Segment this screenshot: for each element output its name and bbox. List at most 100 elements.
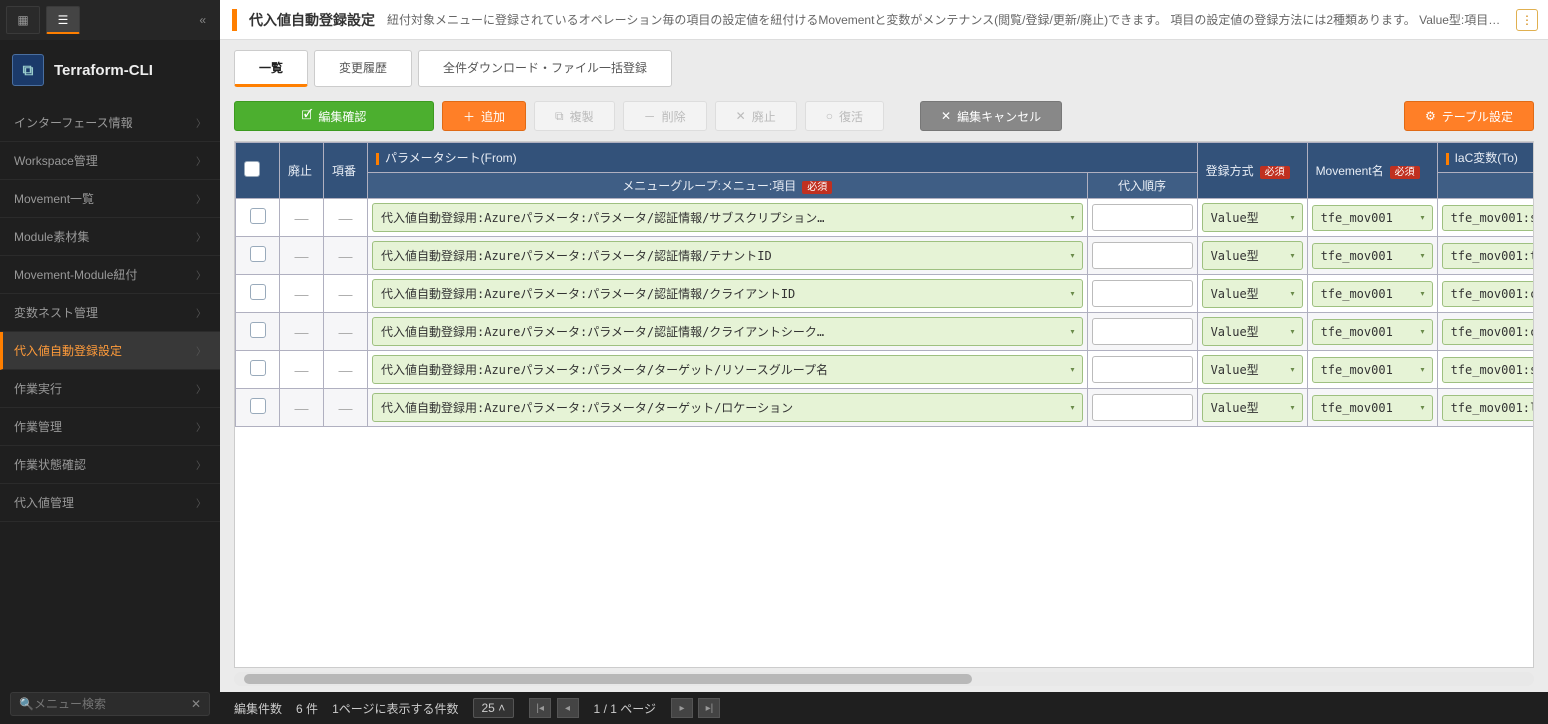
confirm-button[interactable]: 🗹編集確認 [234, 101, 434, 131]
row-checkbox[interactable] [250, 284, 266, 300]
order-input[interactable] [1092, 280, 1193, 307]
reg-select[interactable]: Value型 [1202, 393, 1303, 422]
no-cell: — [324, 237, 368, 275]
order-input[interactable] [1092, 394, 1193, 421]
col-menu[interactable]: メニューグループ:メニュー:項目必須 [368, 173, 1088, 199]
header-menu-button[interactable]: ⋮ [1516, 9, 1538, 31]
row-checkbox[interactable] [250, 208, 266, 224]
order-input[interactable] [1092, 242, 1193, 269]
var-select[interactable]: tfe_mov001:tenant_id [1442, 243, 1534, 269]
reg-select[interactable]: Value型 [1202, 279, 1303, 308]
sidebar-item[interactable]: Workspace管理〉 [0, 142, 220, 180]
gear-icon: ⚙ [1425, 109, 1436, 123]
var-select[interactable]: tfe_mov001:subscription_id [1442, 205, 1534, 231]
menu-select[interactable]: 代入値自動登録用:Azureパラメータ:パラメータ/認証情報/クライアントID [372, 279, 1083, 308]
mov-select[interactable]: tfe_mov001 [1312, 319, 1433, 345]
order-input[interactable] [1092, 204, 1193, 231]
no-cell: — [324, 313, 368, 351]
page-last-button[interactable]: ▸| [698, 698, 720, 718]
sidebar-collapse-button[interactable]: « [191, 9, 214, 31]
reg-select[interactable]: Value型 [1202, 317, 1303, 346]
sidebar-item[interactable]: Movement一覧〉 [0, 180, 220, 218]
mov-select[interactable]: tfe_mov001 [1312, 281, 1433, 307]
col-reg-label: 登録方式 [1206, 164, 1254, 178]
mov-select[interactable]: tfe_mov001 [1312, 205, 1433, 231]
col-discard[interactable]: 廃止 [280, 143, 324, 199]
view-list-button[interactable]: ☰ [46, 6, 80, 34]
per-page-select[interactable]: 25 ˄ [473, 698, 515, 718]
order-input[interactable] [1092, 356, 1193, 383]
horizontal-scrollbar[interactable] [234, 672, 1534, 686]
cancel-button[interactable]: ✕編集キャンセル [920, 101, 1062, 131]
mov-select[interactable]: tfe_mov001 [1312, 243, 1433, 269]
no-cell: — [324, 275, 368, 313]
page-first-button[interactable]: |◂ [529, 698, 551, 718]
table-container[interactable]: 廃止 項番 パラメータシート(From) 登録方式必須 Movement名必須 … [234, 141, 1534, 668]
x-icon: ✕ [736, 109, 746, 123]
row-checkbox[interactable] [250, 398, 266, 414]
menu-select[interactable]: 代入値自動登録用:Azureパラメータ:パラメータ/ターゲット/ロケーション [372, 393, 1083, 422]
sidebar-item[interactable]: 代入値管理〉 [0, 484, 220, 522]
col-order[interactable]: 代入順序 [1087, 173, 1197, 199]
edit-count: 6 [296, 702, 303, 716]
sidebar-item[interactable]: 代入値自動登録設定〉 [0, 332, 220, 370]
col-mov[interactable]: Movement名必須 [1307, 143, 1437, 199]
menu-select[interactable]: 代入値自動登録用:Azureパラメータ:パラメータ/認証情報/クライアントシーク… [372, 317, 1083, 346]
var-select[interactable]: tfe_mov001:subscription_id [1442, 357, 1534, 383]
row-checkbox[interactable] [250, 360, 266, 376]
header: 代入値自動登録設定 紐付対象メニューに登録されているオペレーション毎の項目の設定… [220, 0, 1548, 40]
page-next-button[interactable]: ▸ [671, 698, 693, 718]
tab[interactable]: 一覧 [234, 50, 308, 87]
chevron-right-icon: 〉 [196, 191, 206, 206]
revive-button: ○復活 [805, 101, 884, 131]
main: 代入値自動登録設定 紐付対象メニューに登録されているオペレーション毎の項目の設定… [220, 0, 1548, 724]
clear-icon[interactable]: ✕ [191, 697, 201, 711]
row-checkbox[interactable] [250, 322, 266, 338]
mov-select[interactable]: tfe_mov001 [1312, 395, 1433, 421]
col-var[interactable]: Movement名:変数名必須 [1437, 173, 1534, 199]
var-select[interactable]: tfe_mov001:client_secret [1442, 319, 1534, 345]
sidebar-item[interactable]: 作業状態確認〉 [0, 446, 220, 484]
sidebar-item[interactable]: 変数ネスト管理〉 [0, 294, 220, 332]
row-checkbox[interactable] [250, 246, 266, 262]
col-no[interactable]: 項番 [324, 143, 368, 199]
col-reg[interactable]: 登録方式必須 [1197, 143, 1307, 199]
discard-cell: — [280, 275, 324, 313]
discard-label: 廃止 [752, 108, 776, 125]
reg-select[interactable]: Value型 [1202, 241, 1303, 270]
var-select[interactable]: tfe_mov001:client_id [1442, 281, 1534, 307]
chevron-right-icon: 〉 [196, 419, 206, 434]
tab[interactable]: 変更履歴 [314, 50, 412, 87]
dup-label: 複製 [570, 108, 594, 125]
page-unit: ページ [620, 702, 656, 716]
menu-select[interactable]: 代入値自動登録用:Azureパラメータ:パラメータ/ターゲット/リソースグループ… [372, 355, 1083, 384]
sidebar-search-input[interactable] [34, 697, 191, 711]
confirm-label: 編集確認 [318, 108, 366, 125]
var-select[interactable]: tfe_mov001:location [1442, 395, 1534, 421]
order-input[interactable] [1092, 318, 1193, 345]
mov-select[interactable]: tfe_mov001 [1312, 357, 1433, 383]
x-icon: ✕ [941, 109, 951, 123]
menu-select[interactable]: 代入値自動登録用:Azureパラメータ:パラメータ/認証情報/サブスクリプション… [372, 203, 1083, 232]
tab[interactable]: 全件ダウンロード・ファイル一括登録 [418, 50, 672, 87]
menu-select[interactable]: 代入値自動登録用:Azureパラメータ:パラメータ/認証情報/テナントID [372, 241, 1083, 270]
chevron-right-icon: 〉 [196, 381, 206, 396]
sidebar-item[interactable]: 作業実行〉 [0, 370, 220, 408]
select-all-checkbox[interactable] [244, 161, 260, 177]
chevron-right-icon: 〉 [196, 229, 206, 244]
view-grid-button[interactable]: ▦ [6, 6, 40, 34]
add-button[interactable]: ＋追加 [442, 101, 526, 131]
sidebar-search[interactable]: 🔍 ✕ [10, 692, 210, 716]
scrollbar-thumb[interactable] [244, 674, 972, 684]
table-row: ——代入値自動登録用:Azureパラメータ:パラメータ/認証情報/クライアントI… [236, 275, 1535, 313]
reg-select[interactable]: Value型 [1202, 355, 1303, 384]
no-cell: — [324, 389, 368, 427]
sidebar-item[interactable]: Module素材集〉 [0, 218, 220, 256]
page-prev-button[interactable]: ◂ [557, 698, 579, 718]
sidebar-item[interactable]: 作業管理〉 [0, 408, 220, 446]
sidebar-item[interactable]: インターフェース情報〉 [0, 104, 220, 142]
table-settings-button[interactable]: ⚙テーブル設定 [1404, 101, 1534, 131]
footer: 編集件数 6 件 1ページに表示する件数 25 ˄ |◂ ◂ 1 / 1 ページ… [220, 692, 1548, 724]
sidebar-item[interactable]: Movement-Module紐付〉 [0, 256, 220, 294]
reg-select[interactable]: Value型 [1202, 203, 1303, 232]
